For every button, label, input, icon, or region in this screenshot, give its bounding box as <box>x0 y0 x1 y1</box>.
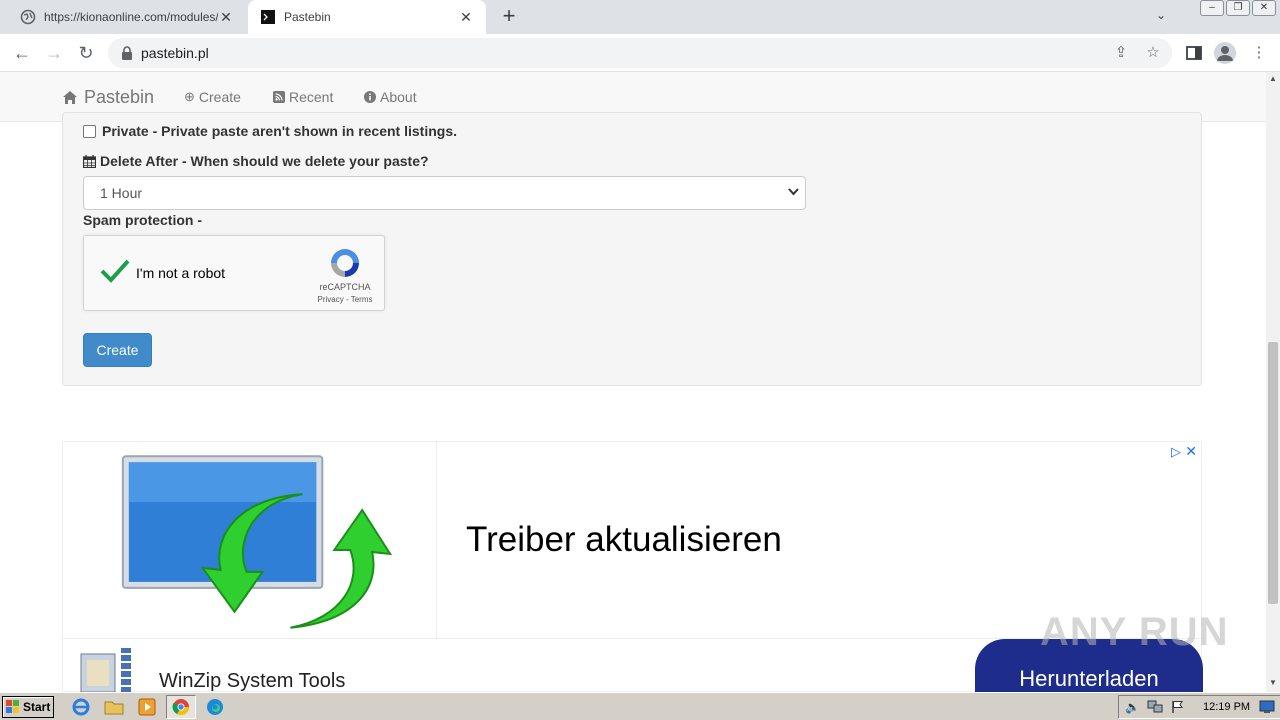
taskbar: Start 🔈 12:19 PM <box>0 692 1280 720</box>
windows-logo-icon <box>6 700 19 713</box>
back-arrow-icon[interactable]: ← <box>9 40 35 66</box>
tab-pastebin[interactable]: Pastebin ✕ <box>248 0 486 34</box>
private-checkbox[interactable] <box>83 124 96 138</box>
page-scrollbar[interactable]: ▲ ▼ <box>1266 72 1280 692</box>
show-desktop-icon[interactable] <box>1259 700 1275 714</box>
recaptcha-brand: reCAPTCHA <box>319 282 371 292</box>
nav-label: Recent <box>289 89 334 105</box>
nav-recent[interactable]: Recent <box>273 89 333 105</box>
private-option: Private - Private paste aren't shown in … <box>83 123 457 139</box>
nav-about[interactable]: About <box>364 89 417 105</box>
scroll-up-icon[interactable]: ▲ <box>1266 74 1280 86</box>
kebab-menu-icon[interactable]: ⋮ <box>1248 42 1270 64</box>
select-value: 1 Hour <box>100 185 143 201</box>
delete-after-text: Delete After - When should we delete you… <box>100 153 429 169</box>
chevron-down-icon <box>788 188 799 196</box>
folder-icon[interactable] <box>103 697 125 717</box>
url-text: pastebin.pl <box>141 45 209 61</box>
media-player-icon[interactable] <box>136 697 158 717</box>
recaptcha-links[interactable]: Privacy - Terms <box>312 295 378 304</box>
chevron-down-icon[interactable]: ⌄ <box>1152 8 1170 26</box>
close-window-button[interactable]: ✕ <box>1252 0 1276 16</box>
tab-title: Pastebin <box>284 10 331 24</box>
ad-app-name[interactable]: WinZip System Tools <box>159 670 345 692</box>
forward-arrow-icon[interactable]: → <box>41 40 67 66</box>
star-icon[interactable]: ☆ <box>1144 44 1162 62</box>
adchoices-icon[interactable]: ▷ <box>1171 444 1181 460</box>
anyrun-watermark: ANY RUN <box>1040 610 1229 654</box>
nav-label: Create <box>198 89 241 105</box>
terminal-icon <box>261 10 275 24</box>
delete-after-label: Delete After - When should we delete you… <box>83 153 429 169</box>
recaptcha-widget: I'm not a robot reCAPTCHA Privacy - Term… <box>83 235 385 311</box>
plus-circle-icon: ⊕ <box>184 89 195 104</box>
info-circle-icon <box>364 91 376 103</box>
tab-title: https://kionaonline.com/modules/bo <box>44 10 218 24</box>
page-viewport: Pastebin ⊕ Create Recent About Private -… <box>0 72 1266 692</box>
reload-icon[interactable]: ↻ <box>73 40 99 66</box>
minimize-button[interactable]: – <box>1200 0 1224 16</box>
volume-icon[interactable]: 🔈 <box>1125 700 1140 714</box>
address-bar[interactable]: pastebin.pl ⇪ ☆ <box>108 38 1172 68</box>
spam-protection-label: Spam protection - <box>83 212 203 228</box>
lock-icon <box>122 46 132 60</box>
globe-icon <box>20 9 36 25</box>
chrome-taskbar-item[interactable] <box>166 695 196 719</box>
tab-kionaonline[interactable]: https://kionaonline.com/modules/bo ✕ <box>8 0 246 34</box>
recaptcha-text: I'm not a robot <box>136 265 226 281</box>
profile-avatar-icon[interactable] <box>1214 42 1236 64</box>
driver-update-image <box>121 442 437 638</box>
nav-create[interactable]: ⊕ Create <box>184 89 241 105</box>
private-label: Private - Private paste aren't shown in … <box>102 123 457 139</box>
create-button[interactable]: Create <box>83 333 152 367</box>
scroll-down-icon[interactable]: ▼ <box>1266 678 1280 690</box>
brand-link[interactable]: Pastebin <box>62 87 154 108</box>
recaptcha-logo-icon <box>331 249 359 277</box>
tab-close-icon[interactable]: ✕ <box>458 9 474 25</box>
start-button[interactable]: Start <box>2 696 54 718</box>
rss-icon <box>273 91 285 103</box>
advertisement[interactable]: Treiber aktualisieren ▷ ✕ WinZip System … <box>62 441 1203 692</box>
clock: 12:19 PM <box>1203 701 1251 713</box>
flag-icon[interactable] <box>1171 700 1185 714</box>
restore-button[interactable]: ❐ <box>1226 0 1250 16</box>
paste-form-panel: Private - Private paste aren't shown in … <box>62 112 1202 386</box>
calendar-icon <box>83 154 96 168</box>
scroll-thumb[interactable] <box>1268 342 1278 604</box>
nav-label: About <box>380 89 417 105</box>
home-icon <box>63 91 77 104</box>
network-icon[interactable] <box>1147 700 1163 714</box>
side-panel-icon[interactable] <box>1183 42 1205 64</box>
browser-toolbar: ← → ↻ pastebin.pl ⇪ ☆ ⋮ <box>0 34 1280 72</box>
ie-icon[interactable] <box>70 697 92 717</box>
start-label: Start <box>23 700 51 714</box>
brand-text: Pastebin <box>84 87 155 107</box>
share-icon[interactable]: ⇪ <box>1112 44 1130 62</box>
close-ad-icon[interactable]: ✕ <box>1185 443 1197 460</box>
window-controls: – ❐ ✕ <box>1200 0 1276 16</box>
ad-headline[interactable]: Treiber aktualisieren <box>466 520 782 560</box>
chrome-icon <box>172 699 190 716</box>
system-tray: 🔈 12:19 PM <box>1118 695 1280 719</box>
tab-strip: https://kionaonline.com/modules/bo ✕ Pas… <box>0 0 1280 34</box>
new-tab-button[interactable]: + <box>498 5 520 28</box>
winzip-app-icon <box>80 648 131 692</box>
tab-close-icon[interactable]: ✕ <box>218 9 234 25</box>
edge-icon[interactable] <box>204 697 226 717</box>
checkmark-icon[interactable] <box>98 254 132 288</box>
delete-after-select[interactable]: 1 Hour <box>83 176 806 210</box>
